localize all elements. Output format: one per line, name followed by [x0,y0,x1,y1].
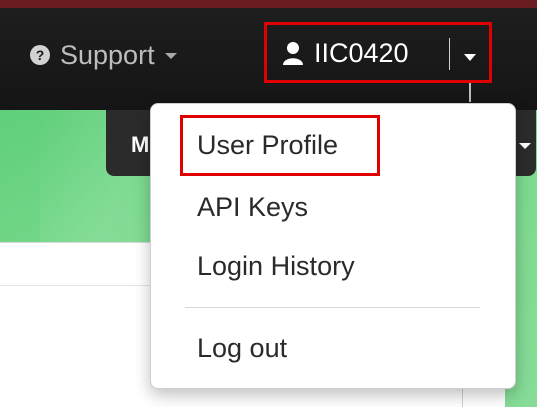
menu-item-login-history[interactable]: Login History [197,251,355,282]
dropdown-pointer-line [469,80,471,102]
user-button-highlight-annotation [264,22,492,83]
support-caret-icon [164,53,177,59]
question-circle-icon: ? [30,45,50,65]
menu-separator [185,307,480,308]
navbar-accent-strip [0,0,537,8]
menu-item-api-keys[interactable]: API Keys [197,192,308,223]
user-dropdown-menu: User Profile API Keys Login History Log … [150,103,516,389]
background-menu-label: M [131,132,150,157]
background-menu-caret-icon [519,143,531,149]
menu-item-user-profile[interactable]: User Profile [197,130,338,161]
support-label: Support [60,39,155,70]
support-menu-toggle[interactable]: ? Support [30,38,177,72]
menu-item-log-out[interactable]: Log out [197,333,287,364]
screenshot-viewport: ? Support IIC0420 M User Profile API Key… [0,0,537,407]
